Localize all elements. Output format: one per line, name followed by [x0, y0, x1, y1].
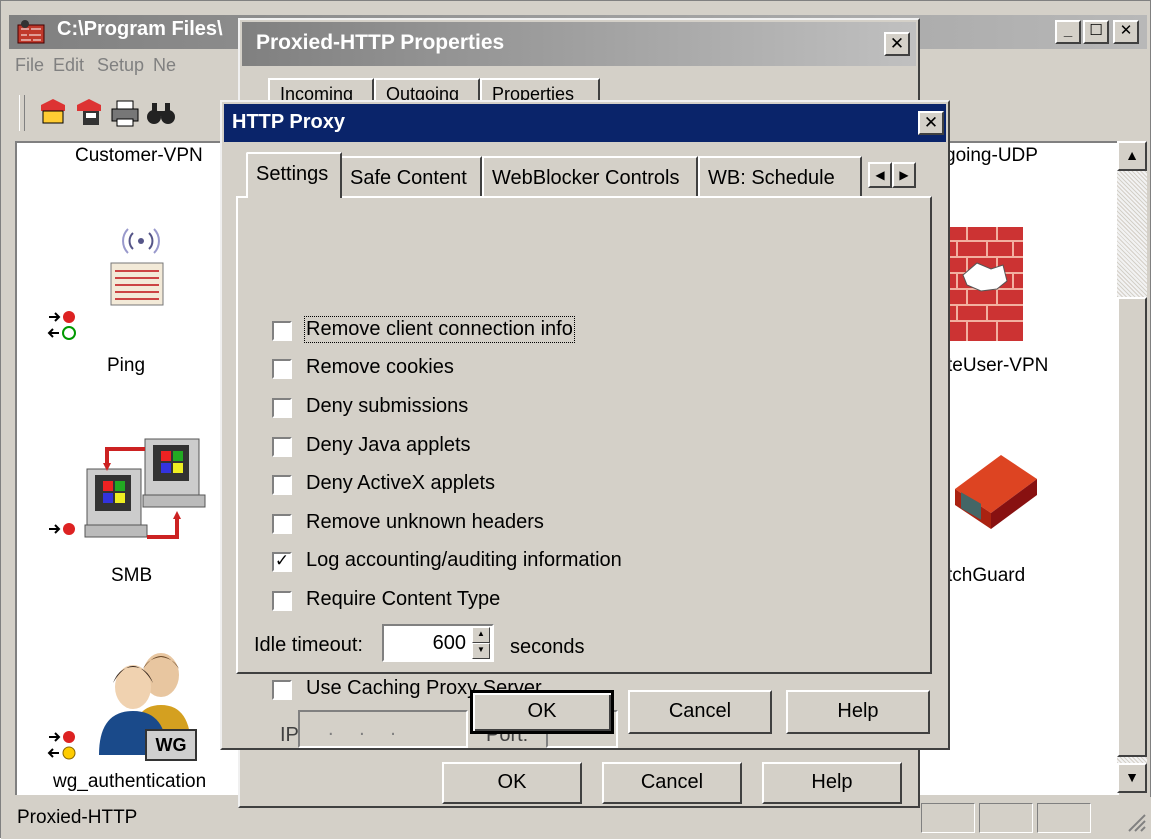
properties-title: Proxied-HTTP Properties	[256, 31, 505, 54]
label-remove-client-connection-info: Remove client connection info	[304, 316, 575, 343]
checkbox-log-accounting-auditing[interactable]: ✓	[272, 552, 292, 572]
main-window-title: C:\Program Files\	[57, 18, 223, 40]
status-panel	[921, 803, 975, 833]
idle-timeout-spinner[interactable]: 600 ▲ ▼	[382, 624, 494, 662]
http-proxy-title: HTTP Proxy	[232, 111, 345, 133]
tab-scroll-right-button[interactable]: ▶	[892, 162, 916, 188]
idle-timeout-unit: seconds	[510, 636, 585, 658]
http-proxy-titlebar: HTTP Proxy ✕	[224, 104, 946, 142]
watchguard-app-icon	[17, 20, 45, 44]
checkbox-deny-submissions[interactable]	[272, 398, 292, 418]
menu-network[interactable]: Ne	[153, 55, 176, 76]
tab-wb-schedule[interactable]: WB: Schedule	[698, 156, 862, 196]
label-deny-submissions: Deny submissions	[306, 395, 469, 417]
checkbox-deny-java-applets[interactable]	[272, 437, 292, 457]
status-panel	[979, 803, 1033, 833]
idle-timeout-label: Idle timeout:	[254, 634, 363, 656]
smb-service-icon[interactable]	[67, 429, 217, 549]
status-panel	[1037, 803, 1091, 833]
checkbox-require-content-type[interactable]	[272, 591, 292, 611]
spin-up-button[interactable]: ▲	[472, 627, 490, 643]
main-close-button[interactable]: ✕	[1113, 20, 1139, 44]
checkbox-deny-activex-applets[interactable]	[272, 475, 292, 495]
status-text: Proxied-HTTP	[17, 807, 138, 828]
tab-scroll-left-button[interactable]: ◀	[868, 162, 892, 188]
ip-address-field: . . .	[298, 710, 468, 748]
tab-safe-content[interactable]: Safe Content	[340, 156, 482, 196]
http-proxy-close-button[interactable]: ✕	[918, 111, 944, 135]
save-icon[interactable]	[73, 97, 105, 129]
service-label-remoteuser-vpn[interactable]: teUser-VPN	[947, 355, 1048, 377]
wg-badge: WG	[145, 729, 197, 761]
http-proxy-dialog: HTTP Proxy ✕ Settings Safe Content WebBl…	[220, 100, 950, 750]
http-proxy-ok-button[interactable]: OK	[470, 690, 614, 734]
settings-tab-panel: Remove client connection info Remove coo…	[236, 196, 932, 748]
service-label-outgoing-udp[interactable]: going-UDP	[945, 145, 1038, 167]
properties-help-button[interactable]: Help	[762, 762, 902, 804]
resize-grip-icon[interactable]	[1125, 811, 1147, 833]
label-remove-unknown-headers: Remove unknown headers	[306, 511, 544, 533]
checkbox-remove-unknown-headers[interactable]	[272, 514, 292, 534]
watchguard-device-icon[interactable]	[945, 449, 1041, 533]
label-log-accounting-auditing: Log accounting/auditing information	[306, 549, 622, 571]
spin-down-button[interactable]: ▼	[472, 643, 490, 659]
ip-address-value: . . .	[328, 718, 406, 740]
properties-close-button[interactable]: ✕	[884, 32, 910, 56]
wg-auth-traffic-arrows-icon	[47, 731, 76, 760]
smb-traffic-arrow-icon	[49, 523, 75, 535]
label-deny-java-applets: Deny Java applets	[306, 434, 471, 456]
scroll-down-button[interactable]: ▼	[1117, 763, 1147, 793]
menu-file[interactable]: File	[15, 55, 44, 76]
http-proxy-cancel-button[interactable]: Cancel	[628, 690, 772, 734]
toolbar-grip	[19, 95, 25, 131]
label-remove-cookies: Remove cookies	[306, 356, 454, 378]
checkbox-remove-client-connection-info[interactable]	[272, 321, 292, 341]
properties-ok-button[interactable]: OK	[442, 762, 582, 804]
http-proxy-help-button[interactable]: Help	[786, 690, 930, 734]
service-label-watchguard[interactable]: tchGuard	[947, 565, 1025, 587]
ping-traffic-arrows-icon	[47, 311, 76, 340]
minimize-button[interactable]: _	[1055, 20, 1081, 44]
open-icon[interactable]	[37, 97, 69, 129]
service-label-ping[interactable]: Ping	[107, 355, 145, 377]
service-label-smb[interactable]: SMB	[111, 565, 152, 587]
tab-webblocker-controls[interactable]: WebBlocker Controls	[482, 156, 698, 196]
maximize-button[interactable]: ☐	[1083, 20, 1109, 44]
remoteuser-vpn-firewall-icon[interactable]	[943, 219, 1029, 345]
ping-service-icon[interactable]	[101, 225, 171, 315]
menu-setup[interactable]: Setup	[97, 55, 144, 76]
scrollbar-thumb[interactable]	[1117, 297, 1147, 757]
print-icon[interactable]	[109, 97, 141, 129]
find-icon[interactable]	[145, 97, 177, 129]
idle-timeout-value[interactable]: 600	[433, 632, 466, 655]
service-label-customer-vpn[interactable]: Customer-VPN	[75, 145, 203, 167]
service-label-wg-authentication[interactable]: wg_authentication	[53, 771, 206, 793]
label-deny-activex-applets: Deny ActiveX applets	[306, 472, 495, 494]
checkbox-remove-cookies[interactable]	[272, 359, 292, 379]
tab-settings[interactable]: Settings	[246, 152, 342, 198]
menu-edit[interactable]: Edit	[53, 55, 84, 76]
scroll-up-button[interactable]: ▲	[1117, 141, 1147, 171]
properties-cancel-button[interactable]: Cancel	[602, 762, 742, 804]
checkbox-use-caching-proxy-server[interactable]	[272, 680, 292, 700]
label-require-content-type: Require Content Type	[306, 588, 501, 610]
properties-titlebar: Proxied-HTTP Properties ✕	[242, 22, 916, 66]
